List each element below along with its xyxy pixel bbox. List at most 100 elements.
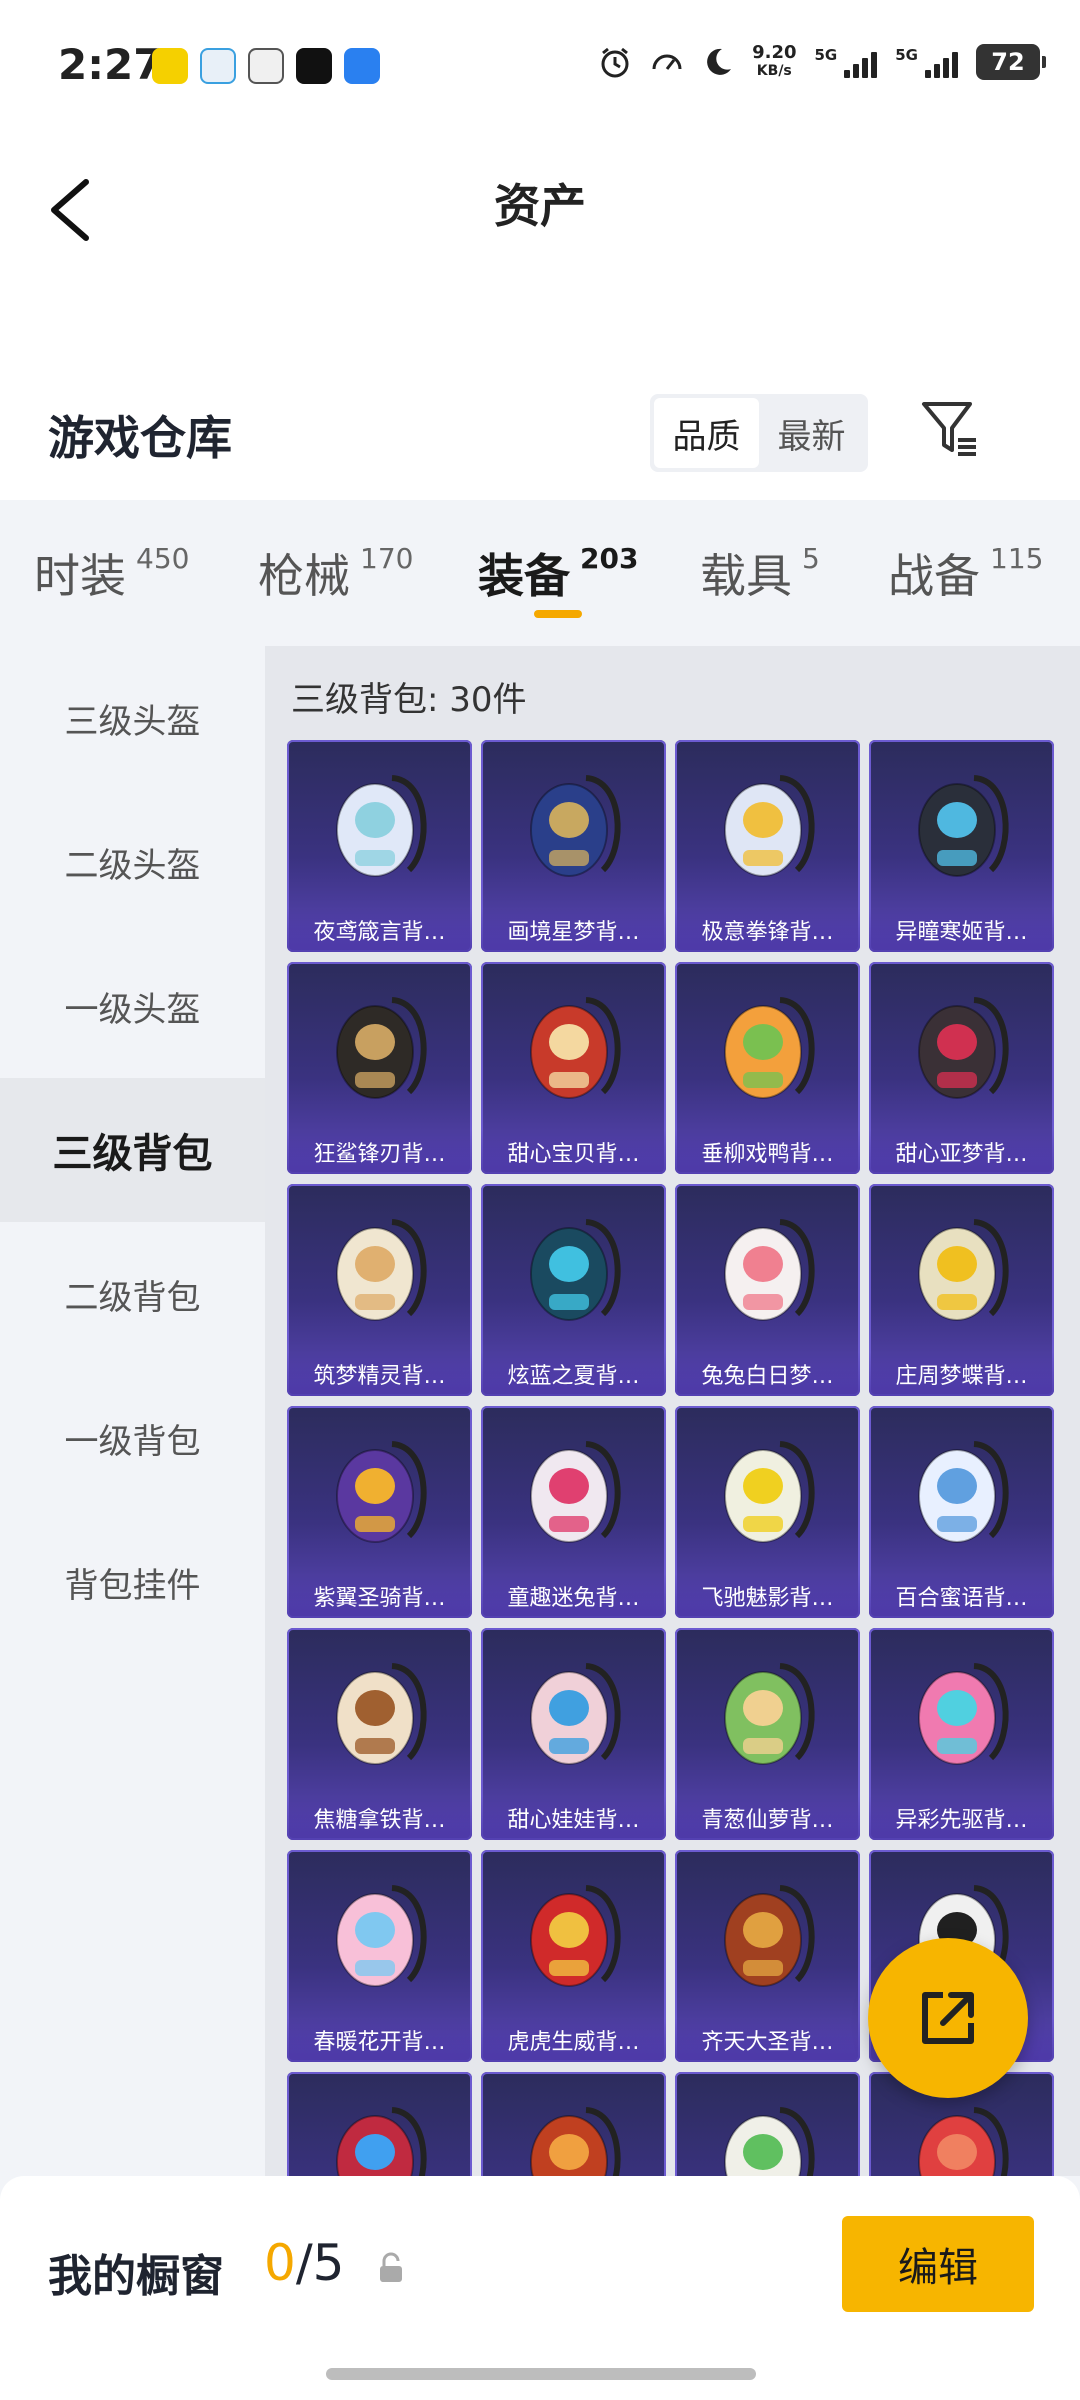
item-card[interactable]: 春暖花开背… <box>287 1850 472 2062</box>
category-tabs: 时装 450 枪械 170 装备 203 载具 5 战备 115 <box>0 500 1080 646</box>
item-card[interactable]: 焦糖拿铁背… <box>287 1628 472 1840</box>
sidebar-item-level3-backpack[interactable]: 三级背包 <box>0 1078 265 1222</box>
sidebar-item-level2-helmet[interactable]: 二级头盔 <box>0 790 265 934</box>
item-card[interactable]: 垂柳戏鸭背… <box>675 962 860 1174</box>
backpack-icon <box>336 1663 427 1765</box>
tab-equipment[interactable]: 装备 203 <box>478 540 638 606</box>
item-name: 垂柳戏鸭背… <box>675 1130 860 1174</box>
item-card[interactable]: 兔兔白日梦… <box>675 1184 860 1396</box>
speedometer-icon <box>652 54 682 70</box>
item-card[interactable]: 百合蜜语背… <box>869 1406 1054 1618</box>
item-card[interactable]: 紫翼圣骑背… <box>287 1406 472 1618</box>
backpack-icon <box>918 775 1009 877</box>
sort-latest-button[interactable]: 最新 <box>759 398 864 468</box>
share-fab[interactable] <box>868 1938 1028 2098</box>
item-name: 画境星梦背… <box>481 908 666 952</box>
sidebar-item-level3-helmet[interactable]: 三级头盔 <box>0 646 265 790</box>
category-heading: 三级背包: 30件 <box>291 680 527 720</box>
home-indicator <box>326 2368 756 2380</box>
tab-vehicles[interactable]: 载具 5 <box>700 540 820 606</box>
item-name: 青葱仙萝背… <box>675 1796 860 1840</box>
item-card[interactable]: 炫蓝之夏背… <box>481 1184 666 1396</box>
notification-icons <box>152 48 380 84</box>
backpack-icon <box>336 997 427 1099</box>
sidebar: 三级头盔 二级头盔 一级头盔 三级背包 二级背包 一级背包 背包挂件 <box>0 646 265 2176</box>
showcase-count: 0/5 <box>264 2234 345 2292</box>
sort-toggle: 品质 最新 <box>650 394 868 472</box>
item-card[interactable]: 庄周梦蝶背… <box>869 1184 1054 1396</box>
app-notification-icon <box>248 48 284 84</box>
battery-indicator: 72 <box>976 44 1046 80</box>
tiktok-icon <box>296 48 332 84</box>
item-name: 异彩先驱背… <box>869 1796 1054 1840</box>
backpack-icon <box>724 1219 815 1321</box>
backpack-icon <box>336 1885 427 1987</box>
item-card[interactable] <box>287 2072 472 2176</box>
item-name: 兔兔白日梦… <box>675 1352 860 1396</box>
backpack-icon <box>530 997 621 1099</box>
tab-guns[interactable]: 枪械 170 <box>258 540 413 606</box>
signal-icon: 5G <box>815 46 878 78</box>
backpack-icon <box>724 1663 815 1765</box>
item-name: 焦糖拿铁背… <box>287 1796 472 1840</box>
item-card[interactable]: 画境星梦背… <box>481 740 666 952</box>
app-header: 资产 <box>0 130 1080 330</box>
sidebar-item-level1-backpack[interactable]: 一级背包 <box>0 1366 265 1510</box>
item-name: 狂鲨锋刃背… <box>287 1130 472 1174</box>
backpack-icon <box>724 2107 815 2176</box>
backpack-icon <box>336 1441 427 1543</box>
tab-fashion[interactable]: 时装 450 <box>34 540 189 606</box>
showcase-label: 我的橱窗 <box>48 2251 224 2302</box>
item-card[interactable]: 筑梦精灵背… <box>287 1184 472 1396</box>
item-card[interactable]: 青葱仙萝背… <box>675 1628 860 1840</box>
app-notification-icon <box>200 48 236 84</box>
lock-icon <box>380 2252 402 2282</box>
item-card[interactable] <box>481 2072 666 2176</box>
item-card[interactable]: 甜心亚梦背… <box>869 962 1054 1174</box>
item-name: 甜心宝贝背… <box>481 1130 666 1174</box>
backpack-icon <box>336 1219 427 1321</box>
item-card[interactable]: 狂鲨锋刃背… <box>287 962 472 1174</box>
item-card[interactable]: 极意拳锋背… <box>675 740 860 952</box>
backpack-icon <box>724 1885 815 1987</box>
backpack-icon <box>724 775 815 877</box>
status-bar: 2:27 9.20 KB/s 5G 5G 72 <box>0 0 1080 130</box>
backpack-icon <box>530 1663 621 1765</box>
item-card[interactable]: 甜心宝贝背… <box>481 962 666 1174</box>
item-card[interactable]: 齐天大圣背… <box>675 1850 860 2062</box>
sidebar-item-level2-backpack[interactable]: 二级背包 <box>0 1222 265 1366</box>
backpack-icon <box>530 775 621 877</box>
net-speed: 9.20 KB/s <box>752 42 797 80</box>
sidebar-item-backpack-charm[interactable]: 背包挂件 <box>0 1510 265 1654</box>
app-notification-icon <box>344 48 380 84</box>
item-name: 百合蜜语背… <box>869 1574 1054 1618</box>
filter-icon[interactable] <box>918 396 984 462</box>
sidebar-item-level1-helmet[interactable]: 一级头盔 <box>0 934 265 1078</box>
item-card[interactable]: 夜鸢箴言背… <box>287 740 472 952</box>
status-time: 2:27 <box>58 40 163 89</box>
status-right: 9.20 KB/s 5G 5G 72 <box>598 42 1046 80</box>
item-card[interactable]: 异彩先驱背… <box>869 1628 1054 1840</box>
item-name: 筑梦精灵背… <box>287 1352 472 1396</box>
item-card[interactable]: 童趣迷兔背… <box>481 1406 666 1618</box>
backpack-icon <box>918 2107 1009 2176</box>
item-card[interactable]: 飞驰魅影背… <box>675 1406 860 1618</box>
item-card[interactable]: 甜心娃娃背… <box>481 1628 666 1840</box>
external-link-icon <box>922 1992 974 2044</box>
backpack-icon <box>336 775 427 877</box>
item-name: 紫翼圣骑背… <box>287 1574 472 1618</box>
item-card[interactable]: 异瞳寒姬背… <box>869 740 1054 952</box>
backpack-icon <box>336 2107 427 2176</box>
backpack-icon <box>918 1663 1009 1765</box>
sort-quality-button[interactable]: 品质 <box>654 398 759 468</box>
tab-combat-gear[interactable]: 战备 115 <box>888 540 1043 606</box>
item-name: 甜心娃娃背… <box>481 1796 666 1840</box>
backpack-icon <box>530 1441 621 1543</box>
edit-button[interactable]: 编辑 <box>842 2216 1034 2312</box>
item-card[interactable]: 虎虎生威背… <box>481 1850 666 2062</box>
warehouse-title: 游戏仓库 <box>48 411 232 465</box>
app-notification-icon <box>152 48 188 84</box>
warehouse-header: 游戏仓库 品质 最新 <box>0 330 1080 500</box>
item-card[interactable] <box>675 2072 860 2176</box>
item-name: 夜鸢箴言背… <box>287 908 472 952</box>
